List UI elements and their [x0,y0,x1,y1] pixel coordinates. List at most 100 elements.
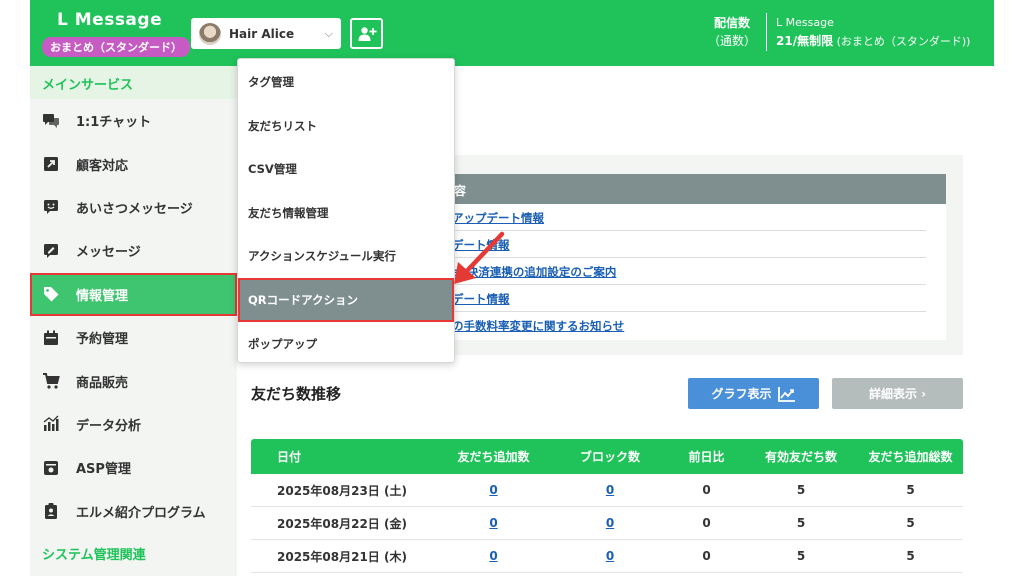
sidebar-item-label: 情報管理 [76,288,129,304]
external-link-icon [42,155,60,173]
sidebar-section-system: システム管理関連 [30,532,237,570]
line-chart-icon [777,386,795,402]
plan-type: (おまとめ（スタンダード)) [833,35,971,48]
sidebar-item-info-management[interactable]: 情報管理 [30,272,237,316]
add-friend-button[interactable] [350,18,383,49]
sidebar-item-label: 予約管理 [76,332,129,348]
account-name: Hair Alice [229,26,295,41]
header-divider [766,13,767,51]
sidebar-item-sales[interactable]: 商品販売 [30,359,237,402]
menu-item-friend-list[interactable]: 友だちリスト [238,104,454,148]
friends-added-link[interactable]: 0 [489,516,497,530]
notice-link[interactable]: アップデート情報 [452,204,926,231]
chat-icon [42,112,60,130]
calendar-icon [42,329,60,347]
table-row: 2025年08月22日 (金) 0 0 0 5 5 [251,507,963,540]
graph-view-button[interactable]: グラフ表示 [688,378,819,409]
column-header: 前日比 [688,450,725,464]
column-header: 友だち追加総数 [868,450,953,464]
column-header: 有効友だち数 [764,450,837,464]
table-header: 日付 友だち追加数 ブロック数 前日比 有効友だち数 友だち追加総数 [251,439,963,474]
sidebar-item-message[interactable]: メッセージ [30,229,237,272]
menu-item-qr-code-action[interactable]: QRコードアクション [238,277,454,322]
sidebar-item-asp[interactable]: ASP管理 [30,446,237,489]
sidebar-item-label: 顧客対応 [76,158,129,174]
friends-trend-title: 友だち数推移 [251,385,342,403]
table-row: 2025年08月21日 (木) 0 0 0 5 5 [251,540,963,573]
blocks-link[interactable]: 0 [606,549,614,563]
friends-added-link[interactable]: 0 [489,549,497,563]
sidebar: メインサービス 1:1チャット 顧客対応 あいさつメッセージ メッセージ 情報管… [30,66,237,576]
column-header: 日付 [277,450,302,464]
brand-logo[interactable]: L Message [57,10,162,30]
menu-item-action-schedule[interactable]: アクションスケジュール実行 [238,234,454,278]
date-cell: 2025年08月23日 (土) [277,483,407,498]
sidebar-item-label: あいさつメッセージ [76,201,193,217]
notice-link[interactable]: ay決済連携の追加設定のご案内 [452,258,926,285]
detail-view-button[interactable]: 詳細表示 › [832,378,963,409]
sidebar-item-analytics[interactable]: データ分析 [30,403,237,446]
sidebar-item-customer[interactable]: 顧客対応 [30,142,237,185]
bar-chart-icon [42,415,60,433]
notice-link[interactable]: の手数料率変更に関するお知らせ [452,312,926,339]
day-diff-cell: 0 [702,483,711,497]
friends-table: 日付 友だち追加数 ブロック数 前日比 有効友だち数 友だち追加総数 2025年… [251,439,963,573]
annotation-arrow-icon [454,231,505,284]
menu-item-popup[interactable]: ポップアップ [238,322,454,366]
sidebar-item-label: 商品販売 [76,375,129,391]
friends-added-link[interactable]: 0 [489,483,497,497]
blocks-link[interactable]: 0 [606,483,614,497]
date-cell: 2025年08月21日 (木) [277,549,407,564]
sidebar-item-label: 1:1チャット [76,115,152,131]
total-added-cell: 5 [906,516,915,530]
delivery-sub-label: （通数） [708,34,757,48]
chevron-down-icon: ⌵ [324,26,333,40]
cart-icon [42,372,60,390]
add-user-icon [358,26,377,41]
message-edit-icon [42,242,60,260]
menu-item-tag-management[interactable]: タグ管理 [238,60,454,104]
graph-view-label: グラフ表示 [711,387,772,401]
account-switcher[interactable]: Hair Alice ⌵ [191,18,341,49]
badge-icon [42,502,60,520]
sidebar-section-main: メインサービス [30,66,237,99]
asp-icon [42,459,60,477]
column-header: ブロック数 [579,450,640,464]
sidebar-item-greeting[interactable]: あいさつメッセージ [30,186,237,229]
notice-panel: 容 アップデート情報 デート情報 ay決済連携の追加設定のご案内 デート情報 の… [440,155,963,355]
plan-info: L Message 21/無制限 (おまとめ（スタンダード)) [776,14,970,51]
plan-badge: おまとめ（スタンダード） [42,37,190,57]
plan-quota: 21/無制限 [776,34,834,48]
day-diff-cell: 0 [702,516,711,530]
sidebar-item-label: エルメ紹介プログラム [76,505,206,521]
sidebar-item-label: データ分析 [76,418,142,434]
table-row: 2025年08月23日 (土) 0 0 0 5 5 [251,474,963,507]
sidebar-item-label: メッセージ [76,245,141,261]
smile-message-icon [42,198,60,216]
total-added-cell: 5 [906,483,915,497]
active-friends-cell: 5 [796,483,806,497]
plan-name: L Message [776,16,834,29]
sidebar-item-reservation[interactable]: 予約管理 [30,316,237,359]
blocks-link[interactable]: 0 [606,516,614,530]
info-management-dropdown: タグ管理 友だちリスト CSV管理 友だち情報管理 アクションスケジュール実行 … [237,58,455,363]
notice-list: アップデート情報 デート情報 ay決済連携の追加設定のご案内 デート情報 の手数… [440,204,946,340]
date-cell: 2025年08月22日 (金) [277,516,407,531]
notice-link[interactable]: デート情報 [452,231,926,258]
sidebar-item-chat[interactable]: 1:1チャット [30,99,237,142]
menu-item-friend-info-management[interactable]: 友だち情報管理 [238,191,454,235]
app-header: L Message おまとめ（スタンダード） Hair Alice ⌵ 配信数 … [30,0,994,66]
tag-icon [42,285,60,303]
sidebar-item-label: ASP管理 [76,462,131,478]
day-diff-cell: 0 [702,549,711,563]
account-avatar [199,22,221,45]
notice-header: 容 [440,174,946,204]
sidebar-item-referral[interactable]: エルメ紹介プログラム [30,490,237,533]
column-header: 友だち追加数 [457,450,530,464]
delivery-count: 配信数 （通数） [708,14,756,50]
active-friends-cell: 5 [796,549,806,563]
menu-item-csv-management[interactable]: CSV管理 [238,147,454,191]
notice-link[interactable]: デート情報 [452,285,926,312]
total-added-cell: 5 [906,549,915,563]
active-friends-cell: 5 [796,516,806,530]
